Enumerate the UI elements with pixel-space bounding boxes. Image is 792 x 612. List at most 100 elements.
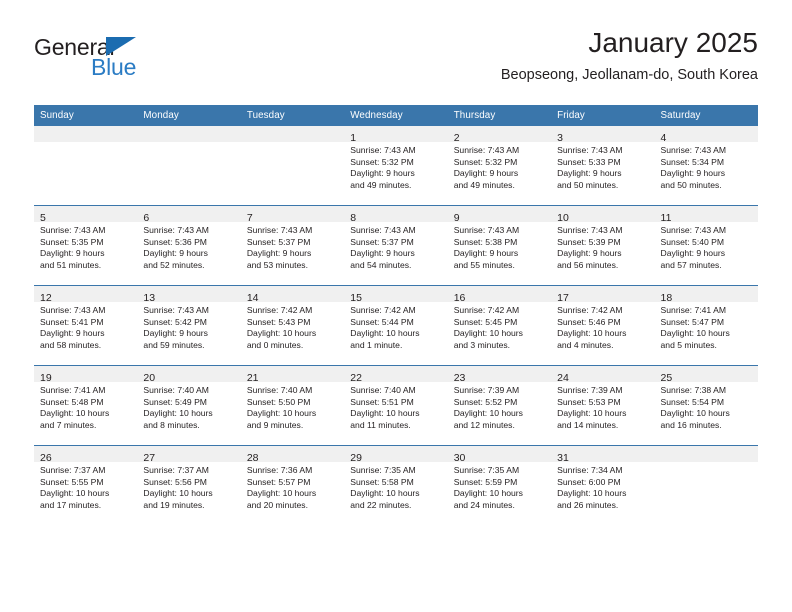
calendar-day-cell-empty	[654, 445, 758, 525]
day-details: Sunrise: 7:41 AM Sunset: 5:47 PM Daylight:…	[655, 302, 758, 351]
calendar-day-cell[interactable]: 21 Sunrise: 7:40 AM Sunset: 5:50 PM Dayligh…	[240, 365, 345, 446]
day-details: Sunrise: 7:41 AM Sunset: 5:48 PM Daylight:…	[34, 382, 137, 431]
day-details: Sunrise: 7:35 AM Sunset: 5:59 PM Daylight:…	[448, 462, 551, 511]
calendar-day-cell[interactable]: 25 Sunrise: 7:38 AM Sunset: 5:54 PM Dayligh…	[654, 365, 758, 446]
weekday-header-sunday: Sunday	[34, 105, 138, 126]
calendar-week-row: 5 Sunrise: 7:43 AM Sunset: 5:35 PM Daylight…	[34, 205, 758, 286]
daylight-text-line1: Daylight: 10 hours	[660, 328, 730, 339]
day-number: 29	[350, 452, 362, 464]
calendar-day-cell[interactable]: 17 Sunrise: 7:42 AM Sunset: 5:46 PM Dayligh…	[551, 285, 655, 366]
calendar-day-cell[interactable]: 14 Sunrise: 7:42 AM Sunset: 5:43 PM Dayligh…	[240, 285, 345, 366]
daylight-text-line1: Daylight: 9 hours	[350, 248, 415, 259]
calendar-day-cell[interactable]: 6 Sunrise: 7:43 AM Sunset: 5:36 PM Daylight…	[137, 205, 241, 286]
calendar-day-cell[interactable]: 27 Sunrise: 7:37 AM Sunset: 5:56 PM Dayligh…	[137, 445, 241, 525]
calendar-day-cell[interactable]: 18 Sunrise: 7:41 AM Sunset: 5:47 PM Dayligh…	[654, 285, 758, 366]
calendar-day-cell[interactable]: 28 Sunrise: 7:36 AM Sunset: 5:57 PM Dayligh…	[240, 445, 345, 525]
sunrise-text: Sunrise: 7:41 AM	[660, 305, 726, 315]
daylight-text-line1: Daylight: 9 hours	[660, 248, 726, 259]
daylight-text-line2: and 11 minutes.	[350, 419, 411, 430]
sunset-text: Sunset: 6:00 PM	[557, 476, 621, 487]
sunset-text: Sunset: 5:57 PM	[246, 476, 311, 487]
day-number: 15	[350, 292, 362, 304]
sunset-text: Sunset: 5:52 PM	[453, 396, 518, 407]
day-details: Sunrise: 7:43 AM Sunset: 5:39 PM Daylight:…	[551, 222, 654, 271]
calendar-day-cell[interactable]: 26 Sunrise: 7:37 AM Sunset: 5:55 PM Dayligh…	[34, 445, 138, 525]
calendar-day-cell[interactable]: 29 Sunrise: 7:35 AM Sunset: 5:58 PM Dayligh…	[344, 445, 448, 525]
calendar-day-cell[interactable]: 15 Sunrise: 7:42 AM Sunset: 5:44 PM Dayligh…	[344, 285, 448, 366]
daylight-text-line2: and 50 minutes.	[660, 179, 722, 190]
sunrise-text: Sunrise: 7:36 AM	[246, 465, 313, 475]
day-number-band: 16	[447, 286, 552, 304]
daylight-text-line2: and 52 minutes.	[143, 259, 205, 270]
day-number: 17	[557, 292, 569, 304]
day-number: 20	[143, 372, 156, 384]
sunset-text: Sunset: 5:44 PM	[350, 316, 414, 327]
calendar-day-cell[interactable]: 8 Sunrise: 7:43 AM Sunset: 5:37 PM Daylight…	[344, 205, 448, 286]
calendar-day-cell[interactable]: 30 Sunrise: 7:35 AM Sunset: 5:59 PM Dayligh…	[447, 445, 552, 525]
day-details: Sunrise: 7:40 AM Sunset: 5:51 PM Daylight:…	[344, 382, 447, 431]
sunrise-text: Sunrise: 7:34 AM	[557, 465, 623, 475]
day-number: 21	[246, 372, 259, 384]
daylight-text-line2: and 24 minutes.	[453, 499, 515, 510]
sunrise-text: Sunrise: 7:41 AM	[40, 385, 106, 395]
sunrise-text: Sunrise: 7:37 AM	[40, 465, 106, 475]
sunset-text: Sunset: 5:40 PM	[660, 236, 725, 247]
calendar-day-cell[interactable]: 12 Sunrise: 7:43 AM Sunset: 5:41 PM Dayligh…	[34, 285, 138, 366]
logo-text-blue: Blue	[91, 54, 137, 80]
sunset-text: Sunset: 5:56 PM	[143, 476, 207, 487]
day-number-band: 6	[137, 206, 241, 224]
sunset-text: Sunset: 5:37 PM	[350, 236, 414, 247]
day-number: 9	[453, 212, 460, 224]
sunset-text: Sunset: 5:36 PM	[143, 236, 207, 247]
weekday-header-thursday: Thursday	[447, 105, 552, 126]
sunrise-text: Sunrise: 7:42 AM	[453, 305, 520, 315]
day-number-band: 27	[137, 446, 241, 464]
calendar-day-cell[interactable]: 1 Sunrise: 7:43 AM Sunset: 5:32 PM Daylight…	[344, 126, 448, 206]
sunrise-text: Sunrise: 7:39 AM	[557, 385, 623, 395]
sunrise-text: Sunrise: 7:43 AM	[40, 225, 106, 235]
day-number-band: 4	[654, 126, 758, 144]
calendar-day-cell[interactable]: 9 Sunrise: 7:43 AM Sunset: 5:38 PM Daylight…	[447, 205, 552, 286]
calendar-day-cell[interactable]: 3 Sunrise: 7:43 AM Sunset: 5:33 PM Daylight…	[551, 126, 655, 206]
calendar-day-cell[interactable]: 13 Sunrise: 7:43 AM Sunset: 5:42 PM Dayligh…	[137, 285, 241, 366]
day-number: 1	[350, 132, 357, 144]
sunset-text: Sunset: 5:59 PM	[453, 476, 518, 487]
day-details: Sunrise: 7:42 AM Sunset: 5:44 PM Daylight:…	[344, 302, 447, 351]
daylight-text-line1: Daylight: 10 hours	[350, 488, 420, 499]
calendar-day-cell[interactable]: 31 Sunrise: 7:34 AM Sunset: 6:00 PM Dayligh…	[551, 445, 655, 525]
calendar-day-cell[interactable]: 10 Sunrise: 7:43 AM Sunset: 5:39 PM Dayligh…	[551, 205, 655, 286]
sunrise-text: Sunrise: 7:43 AM	[143, 225, 209, 235]
daylight-text-line2: and 5 minutes.	[660, 339, 717, 350]
daylight-text-line2: and 57 minutes.	[660, 259, 722, 270]
day-details: Sunrise: 7:43 AM Sunset: 5:37 PM Daylight:…	[344, 222, 447, 271]
day-number-band: 14	[240, 286, 345, 304]
calendar-day-cell[interactable]: 2 Sunrise: 7:43 AM Sunset: 5:32 PM Daylight…	[447, 126, 552, 206]
daylight-text-line2: and 1 minute.	[350, 339, 403, 350]
day-number: 12	[40, 292, 52, 304]
day-details: Sunrise: 7:43 AM Sunset: 5:42 PM Daylight:…	[137, 302, 240, 351]
sunset-text: Sunset: 5:58 PM	[350, 476, 414, 487]
day-number: 6	[143, 212, 150, 224]
day-details: Sunrise: 7:37 AM Sunset: 5:56 PM Daylight:…	[137, 462, 240, 511]
daylight-text-line2: and 53 minutes.	[246, 259, 308, 270]
daylight-text-line1: Daylight: 10 hours	[557, 328, 627, 339]
daylight-text-line1: Daylight: 10 hours	[143, 488, 213, 499]
calendar-day-cell[interactable]: 22 Sunrise: 7:40 AM Sunset: 5:51 PM Dayligh…	[344, 365, 448, 446]
calendar-day-cell[interactable]: 5 Sunrise: 7:43 AM Sunset: 5:35 PM Daylight…	[34, 205, 138, 286]
day-details: Sunrise: 7:40 AM Sunset: 5:50 PM Daylight:…	[241, 382, 344, 431]
day-details: Sunrise: 7:43 AM Sunset: 5:40 PM Daylight:…	[655, 222, 758, 271]
calendar-day-cell[interactable]: 7 Sunrise: 7:43 AM Sunset: 5:37 PM Daylight…	[240, 205, 345, 286]
sunset-text: Sunset: 5:32 PM	[350, 156, 414, 167]
calendar-day-cell[interactable]: 11 Sunrise: 7:43 AM Sunset: 5:40 PM Dayligh…	[654, 205, 758, 286]
day-details: Sunrise: 7:43 AM Sunset: 5:36 PM Daylight:…	[137, 222, 240, 271]
calendar-day-cell[interactable]: 4 Sunrise: 7:43 AM Sunset: 5:34 PM Daylight…	[654, 126, 758, 206]
calendar-day-cell[interactable]: 20 Sunrise: 7:40 AM Sunset: 5:49 PM Dayligh…	[137, 365, 241, 446]
sunset-text: Sunset: 5:55 PM	[40, 476, 104, 487]
calendar-day-cell[interactable]: 16 Sunrise: 7:42 AM Sunset: 5:45 PM Dayligh…	[447, 285, 552, 366]
daylight-text-line2: and 22 minutes.	[350, 499, 412, 510]
calendar-day-cell[interactable]: 19 Sunrise: 7:41 AM Sunset: 5:48 PM Dayligh…	[34, 365, 138, 446]
calendar-day-cell[interactable]: 23 Sunrise: 7:39 AM Sunset: 5:52 PM Dayligh…	[447, 365, 552, 446]
calendar-day-cell[interactable]: 24 Sunrise: 7:39 AM Sunset: 5:53 PM Dayligh…	[551, 365, 655, 446]
day-number-band: 15	[344, 286, 448, 304]
sunset-text: Sunset: 5:38 PM	[453, 236, 518, 247]
